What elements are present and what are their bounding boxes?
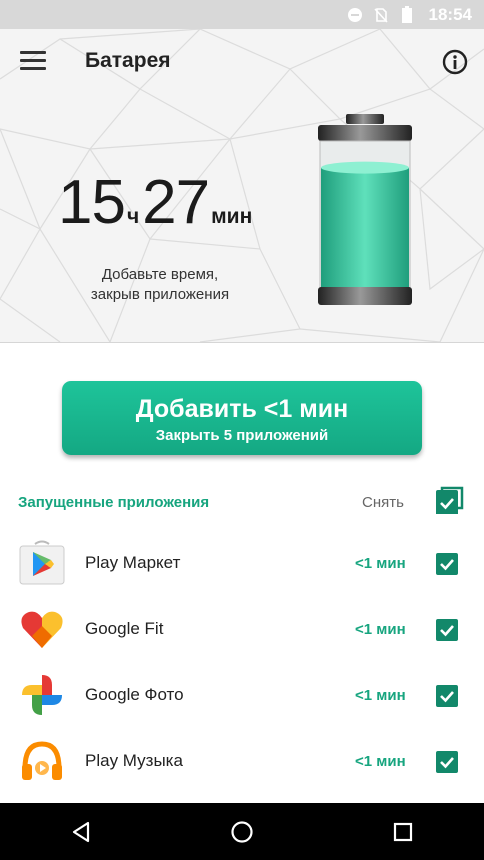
app-time-gain: <1 мин (355, 687, 406, 704)
back-icon[interactable] (51, 803, 111, 860)
no-sim-icon (373, 7, 389, 23)
app-time-gain: <1 мин (355, 753, 406, 770)
boost-button-sublabel: Закрыть 5 приложений (155, 427, 329, 444)
running-apps-header: Запущенные приложения Снять (18, 486, 466, 518)
info-icon[interactable] (442, 49, 468, 75)
battery-icon (399, 6, 415, 23)
app-checkbox[interactable] (436, 553, 458, 575)
app-name: Google Фото (85, 685, 184, 704)
clear-selection-button[interactable]: Снять (362, 494, 404, 511)
navigation-bar (0, 803, 484, 860)
app-row[interactable]: Google Fit <1 мин (0, 597, 484, 663)
play-store-icon (19, 540, 65, 586)
battery-illustration-icon (312, 111, 418, 316)
app-checkbox[interactable] (436, 685, 458, 707)
running-apps-title: Запущенные приложения (18, 494, 210, 511)
boost-button[interactable]: Добавить <1 мин Закрыть 5 приложений (62, 381, 422, 455)
minutes-value: 27 (142, 168, 210, 237)
hint-line-1: Добавьте время, (101, 266, 219, 283)
battery-fill (321, 167, 409, 289)
recents-icon[interactable] (373, 803, 433, 860)
hours-value: 15 (58, 168, 126, 237)
battery-summary-panel: Батарея 15ч27мин Добавьте время, закрыв … (0, 29, 484, 343)
app-row[interactable]: Google Фото <1 мин (0, 663, 484, 729)
do-not-disturb-icon (347, 7, 363, 23)
boost-button-label: Добавить <1 мин (135, 395, 349, 423)
status-time: 18:54 (428, 4, 472, 24)
app-row[interactable]: Play Маркет <1 мин (0, 531, 484, 597)
google-fit-icon (19, 606, 65, 652)
hours-unit: ч (126, 205, 140, 228)
minutes-unit: мин (211, 205, 253, 228)
app-name: Google Fit (85, 619, 164, 638)
hint-line-2: закрыв приложения (90, 286, 230, 303)
app-checkbox[interactable] (436, 619, 458, 641)
hint-text: Добавьте время, закрыв приложения (60, 265, 260, 305)
app-time-gain: <1 мин (355, 555, 406, 572)
home-icon[interactable] (212, 803, 272, 860)
app-name: Play Музыка (85, 751, 183, 770)
google-photos-icon (19, 672, 65, 718)
app-checkbox[interactable] (436, 751, 458, 773)
app-name: Play Маркет (85, 553, 181, 572)
play-music-icon (19, 738, 65, 784)
menu-button[interactable] (20, 51, 46, 73)
app-time-gain: <1 мин (355, 621, 406, 638)
remaining-time: 15ч27мин (58, 167, 255, 238)
status-bar: 18:54 (0, 0, 484, 29)
page-title: Батарея (85, 49, 171, 72)
app-row[interactable]: Play Музыка <1 мин (0, 729, 484, 795)
select-all-checkbox[interactable] (436, 486, 464, 514)
